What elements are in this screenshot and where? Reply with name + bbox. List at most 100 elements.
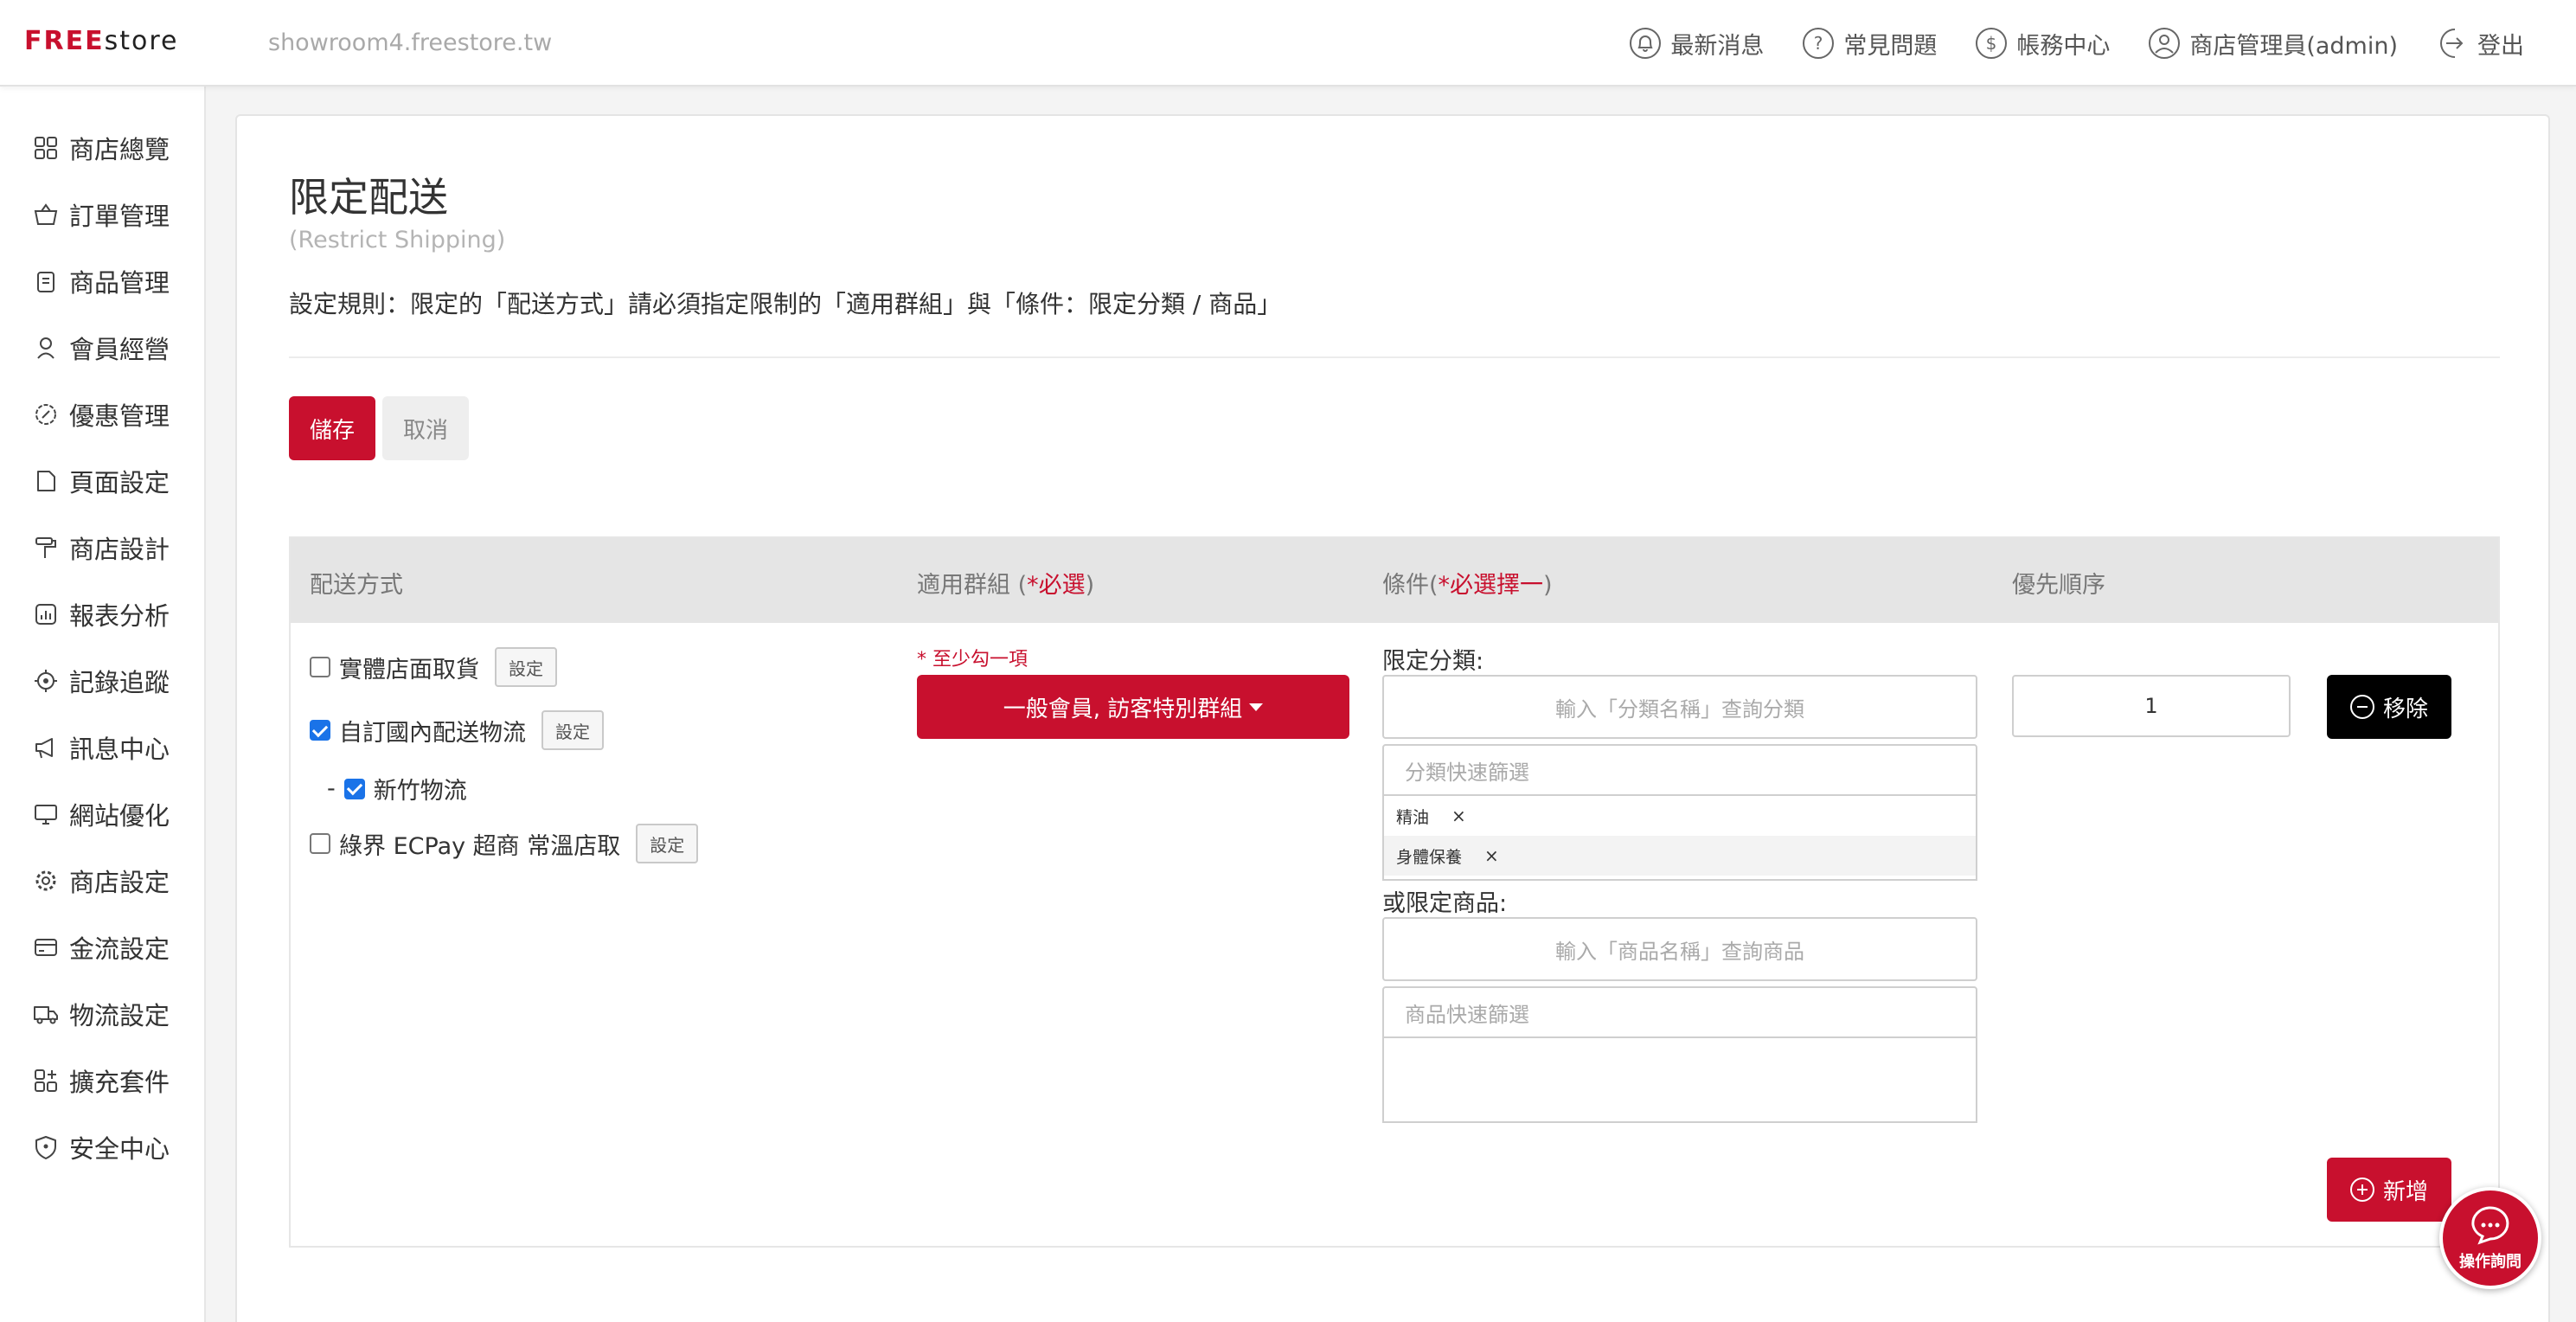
sidebar-item-logistics[interactable]: 物流設定 xyxy=(33,992,170,1036)
sidebar-item-label: 優惠管理 xyxy=(69,401,170,431)
page-title: 限定配送 xyxy=(289,174,448,221)
header-conditions: 條件(*必選擇一) xyxy=(1382,572,1553,599)
sidebar-item-label: 網站優化 xyxy=(69,801,170,831)
page-subtitle: (Restrict Shipping) xyxy=(289,227,506,253)
header-priority: 優先順序 xyxy=(2012,572,2105,599)
shipping-option-label: 實體店面取貨 xyxy=(339,656,479,683)
sidebar-item-overview[interactable]: 商店總覽 xyxy=(33,126,170,170)
save-button[interactable]: 儲存 xyxy=(289,396,375,460)
help-chat-label: 操作詢問 xyxy=(2459,1253,2522,1271)
clipboard-icon xyxy=(37,272,54,292)
store-pickup-checkbox[interactable] xyxy=(310,657,330,677)
nav-news[interactable]: 最新消息 xyxy=(1629,27,1764,61)
sidebar-item-store-settings[interactable]: 商店設定 xyxy=(33,859,170,902)
nav-admin[interactable]: 商店管理員(admin) xyxy=(2148,27,2398,61)
table-header: 配送方式 適用群組 (*必選) 條件(*必選擇一) 優先順序 xyxy=(291,538,2498,623)
svg-text:?: ? xyxy=(1814,33,1823,54)
page-icon xyxy=(37,471,55,491)
shipping-option-store-pickup: 實體店面取貨 設定 xyxy=(310,647,557,687)
sidebar-item-label: 物流設定 xyxy=(69,1001,170,1030)
nav-logout-label: 登出 xyxy=(2477,32,2524,60)
freestore-logo[interactable]: FREEstore xyxy=(24,26,178,56)
member-icon xyxy=(37,337,54,359)
group-dropdown-label: 一般會員, 訪客特別群組 xyxy=(1003,696,1243,722)
target-icon xyxy=(35,670,57,692)
svg-text:$: $ xyxy=(1986,33,1997,54)
help-chat-button[interactable]: 操作詢問 xyxy=(2439,1187,2541,1289)
sidebar-item-label: 商店設計 xyxy=(69,535,170,564)
sidebar-item-label: 記錄追蹤 xyxy=(69,668,170,697)
basket-icon xyxy=(34,203,58,225)
sidebar-item-plugins[interactable]: 擴充套件 xyxy=(33,1059,170,1102)
nav-news-label: 最新消息 xyxy=(1670,32,1765,60)
cancel-button[interactable]: 取消 xyxy=(382,396,469,460)
custom-domestic-settings-button[interactable]: 設定 xyxy=(541,710,604,750)
remove-tag-icon[interactable]: × xyxy=(1484,845,1499,866)
nav-admin-label: 商店管理員(admin) xyxy=(2189,32,2398,60)
shipping-option-label: 新竹物流 xyxy=(373,778,467,805)
nav-billing[interactable]: $ 帳務中心 xyxy=(1975,27,2110,61)
sidebar-item-pages[interactable]: 頁面設定 xyxy=(33,459,170,503)
chart-icon xyxy=(35,604,56,625)
sidebar-item-products[interactable]: 商品管理 xyxy=(33,260,170,303)
question-icon: ? xyxy=(1803,28,1835,59)
top-nav: 最新消息 ? 常見問題 $ 帳務中心 商店管理員(admin) 登出 xyxy=(1629,21,2524,66)
sidebar-item-label: 安全中心 xyxy=(69,1134,170,1164)
custom-domestic-checkbox[interactable] xyxy=(310,720,330,741)
group-dropdown-button[interactable]: 一般會員, 訪客特別群組 xyxy=(917,675,1349,739)
sidebar-item-label: 商品管理 xyxy=(69,268,170,298)
sidebar-item-discounts[interactable]: 優惠管理 xyxy=(33,393,170,436)
sidebar: 商店總覽 訂單管理 商品管理 會員經營 優惠管理 頁面設定 商店設計 報表分析 … xyxy=(0,87,206,1322)
remove-tag-icon[interactable]: × xyxy=(1451,805,1466,826)
ecpay-checkbox[interactable] xyxy=(310,833,330,854)
sidebar-item-payment[interactable]: 金流設定 xyxy=(33,926,170,969)
store-domain[interactable]: showroom4.freestore.tw xyxy=(268,29,552,56)
add-button[interactable]: 新增 xyxy=(2327,1158,2451,1222)
chat-support-icon xyxy=(2471,1206,2509,1245)
sidebar-item-label: 報表分析 xyxy=(69,601,170,631)
sidebar-item-label: 擴充套件 xyxy=(69,1068,170,1097)
logout-icon xyxy=(2440,29,2464,58)
sidebar-item-messages[interactable]: 訊息中心 xyxy=(33,726,170,769)
dashboard-icon xyxy=(35,137,57,159)
sidebar-item-security[interactable]: 安全中心 xyxy=(33,1126,170,1169)
nav-logout[interactable]: 登出 xyxy=(2436,27,2524,61)
sidebar-item-seo[interactable]: 網站優化 xyxy=(33,793,170,836)
ecpay-settings-button[interactable]: 設定 xyxy=(636,824,699,863)
product-filter-input[interactable]: 商品快速篩選 xyxy=(1382,986,1977,1038)
paint-roller-icon xyxy=(35,537,56,558)
category-filter-input[interactable]: 分類快速篩選 xyxy=(1382,744,1977,796)
product-search-input[interactable]: 輸入「商品名稱」查詢商品 xyxy=(1382,917,1977,981)
sidebar-item-design[interactable]: 商店設計 xyxy=(33,526,170,569)
hct-checkbox[interactable] xyxy=(343,778,365,799)
priority-input[interactable]: 1 xyxy=(2012,675,2291,737)
sidebar-item-orders[interactable]: 訂單管理 xyxy=(33,193,170,236)
plus-circle-icon xyxy=(2349,1178,2374,1202)
bell-icon xyxy=(1630,28,1662,59)
user-icon xyxy=(2149,28,2181,59)
store-pickup-settings-button[interactable]: 設定 xyxy=(495,647,557,687)
category-tag: 身體保養 × xyxy=(1384,836,1976,876)
discount-icon xyxy=(35,404,56,425)
header-group: 適用群組 (*必選) xyxy=(917,572,1095,599)
category-search-input[interactable]: 輸入「分類名稱」查詢分類 xyxy=(1382,675,1977,739)
product-tag-list xyxy=(1382,1038,1977,1123)
sidebar-item-label: 金流設定 xyxy=(69,934,170,964)
category-tag-list: 精油 × 身體保養 × xyxy=(1382,796,1977,881)
truck-icon xyxy=(34,1006,58,1024)
header-shipping: 配送方式 xyxy=(310,572,403,599)
sidebar-item-label: 訊息中心 xyxy=(69,735,170,764)
product-label: 或限定商品: xyxy=(1382,890,1508,917)
sidebar-item-members[interactable]: 會員經營 xyxy=(33,326,170,369)
remove-button[interactable]: 移除 xyxy=(2327,675,2451,739)
shipping-option-ecpay: 綠界 ECPay 超商 常溫店取 設定 xyxy=(310,824,699,863)
nav-faq[interactable]: ? 常見問題 xyxy=(1802,27,1937,61)
category-tag: 精油 × xyxy=(1384,796,1976,836)
sidebar-item-reports[interactable]: 報表分析 xyxy=(33,593,170,636)
sidebar-item-label: 商店設定 xyxy=(69,868,170,897)
sidebar-item-label: 頁面設定 xyxy=(69,468,170,497)
sidebar-item-tracking[interactable]: 記錄追蹤 xyxy=(33,659,170,703)
nav-faq-label: 常見問題 xyxy=(1843,32,1938,60)
group-hint: * 至少勾一項 xyxy=(917,649,1028,671)
rule-description: 設定規則：限定的「配送方式」請必須指定限制的「適用群組」與「條件：限定分類 / … xyxy=(289,290,1282,318)
